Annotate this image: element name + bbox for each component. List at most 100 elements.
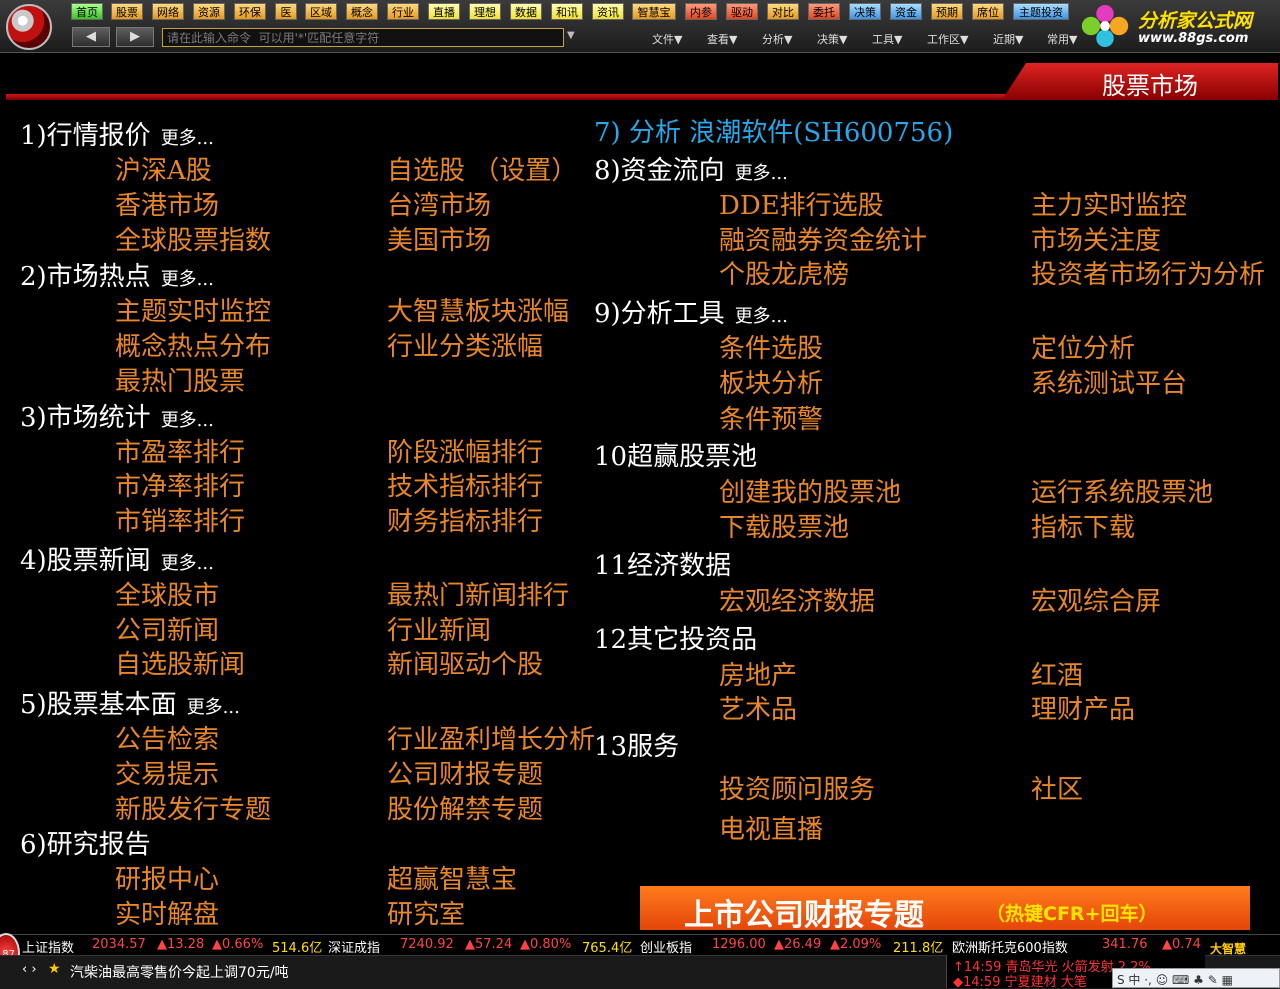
nav-industry-button[interactable]: 行业 xyxy=(387,3,419,20)
link-trade-tips[interactable]: 交易提示 xyxy=(115,754,219,791)
nav-region-button[interactable]: 区域 xyxy=(305,3,337,20)
link-macro-data[interactable]: 宏观经济数据 xyxy=(719,581,875,618)
more-link[interactable]: 更多... xyxy=(161,410,214,431)
more-link[interactable]: 更多... xyxy=(161,128,214,149)
link-live-commentary[interactable]: 实时解盘 xyxy=(115,894,219,931)
menu-file[interactable]: 文件▼ xyxy=(652,31,682,47)
link-industry-gain[interactable]: 行业分类涨幅 xyxy=(387,326,543,363)
nav-ideal-button[interactable]: 理想 xyxy=(469,3,501,20)
menu-decision[interactable]: 决策▼ xyxy=(817,31,847,47)
app-logo-icon[interactable] xyxy=(6,4,52,50)
link-company-news[interactable]: 公司新闻 xyxy=(115,610,219,647)
link-wealth-products[interactable]: 理财产品 xyxy=(1031,689,1135,726)
ticker-name[interactable]: 上证指数 xyxy=(22,937,74,956)
link-community[interactable]: 社区 xyxy=(1031,769,1083,806)
link-research-room[interactable]: 研究室 xyxy=(387,894,465,931)
link-condition-pick[interactable]: 条件选股 xyxy=(719,328,823,365)
alert-item[interactable]: ◆14:59 宁夏建材 大笔 xyxy=(953,971,1087,988)
menu-tools[interactable]: 工具▼ xyxy=(872,31,902,47)
link-pb-rank[interactable]: 市净率排行 xyxy=(115,466,245,503)
link-financial-rank[interactable]: 财务指标排行 xyxy=(387,501,543,538)
command-dropdown-icon[interactable]: ▼ xyxy=(567,30,575,41)
link-global-index[interactable]: 全球股票指数 xyxy=(115,220,271,257)
nav-medical-button[interactable]: 医 xyxy=(275,3,297,20)
link-sh-sz-a[interactable]: 沪深A股 xyxy=(115,150,212,187)
link-smart-treasure[interactable]: 超赢智慧宝 xyxy=(387,859,517,896)
link-announcements[interactable]: 公告检索 xyxy=(115,719,219,756)
link-us-market[interactable]: 美国市场 xyxy=(387,220,491,257)
link-financial-reports[interactable]: 公司财报专题 xyxy=(387,754,543,791)
nav-stocks-button[interactable]: 股票 xyxy=(111,3,143,20)
news-headline[interactable]: 汽柴油最高零售价今起上调70元/吨 xyxy=(70,962,289,982)
link-hot-news-rank[interactable]: 最热门新闻排行 xyxy=(387,575,569,612)
link-pe-rank[interactable]: 市盈率排行 xyxy=(115,432,245,469)
link-advisory[interactable]: 投资顾问服务 xyxy=(719,769,875,806)
link-condition-alert[interactable]: 条件预警 xyxy=(719,399,823,436)
link-watchlist[interactable]: 自选股 （设置） xyxy=(387,150,577,187)
nav-environment-button[interactable]: 环保 xyxy=(234,3,266,20)
link-run-pool[interactable]: 运行系统股票池 xyxy=(1031,472,1213,509)
link-theme-monitor[interactable]: 主题实时监控 xyxy=(115,291,271,328)
menu-analysis[interactable]: 分析▼ xyxy=(762,31,792,47)
link-global-markets[interactable]: 全球股市 xyxy=(115,575,219,612)
back-arrow-icon[interactable]: ◀ xyxy=(72,27,110,47)
nav-theme-invest-button[interactable]: 主题投资 xyxy=(1013,3,1069,20)
link-main-force-monitor[interactable]: 主力实时监控 xyxy=(1031,185,1187,222)
link-ps-rank[interactable]: 市销率排行 xyxy=(115,501,245,538)
link-dde-rank[interactable]: DDE排行选股 xyxy=(719,185,884,222)
ticker-name[interactable]: 创业板指 xyxy=(640,937,692,956)
more-link[interactable]: 更多... xyxy=(161,269,214,290)
command-input[interactable] xyxy=(162,28,564,47)
link-macro-screen[interactable]: 宏观综合屏 xyxy=(1031,581,1161,618)
nav-funds-button[interactable]: 资金 xyxy=(890,3,922,20)
link-position-analysis[interactable]: 定位分析 xyxy=(1031,328,1135,365)
link-tw-market[interactable]: 台湾市场 xyxy=(387,185,491,222)
nav-decision-button[interactable]: 决策 xyxy=(849,3,881,20)
link-research-center[interactable]: 研报中心 xyxy=(115,859,219,896)
link-download-pool[interactable]: 下载股票池 xyxy=(719,507,849,544)
nav-home-button[interactable]: 首页 xyxy=(71,3,103,20)
link-download-indicators[interactable]: 指标下载 xyxy=(1031,507,1135,544)
link-sector-analysis[interactable]: 板块分析 xyxy=(719,363,823,400)
link-sector-gain[interactable]: 大智慧板块涨幅 xyxy=(387,291,569,328)
link-dragon-tiger[interactable]: 个股龙虎榜 xyxy=(719,254,849,291)
more-link[interactable]: 更多... xyxy=(161,553,214,574)
nav-concept-button[interactable]: 概念 xyxy=(346,3,378,20)
link-investor-behavior[interactable]: 投资者市场行为分析 xyxy=(1031,254,1265,291)
nav-hexun-button[interactable]: 和讯 xyxy=(551,3,583,20)
nav-entrust-button[interactable]: 委托 xyxy=(808,3,840,20)
link-news-driven[interactable]: 新闻驱动个股 xyxy=(387,644,543,681)
more-link[interactable]: 更多... xyxy=(735,306,788,327)
link-concept-heat[interactable]: 概念热点分布 xyxy=(115,326,271,363)
news-nav-icon[interactable]: ‹ › xyxy=(22,962,37,977)
menu-workspace[interactable]: 工作区▼ xyxy=(927,31,968,47)
analysis-stock-link[interactable]: 7) 分析 浪潮软件(SH600756) xyxy=(594,112,953,149)
more-link[interactable]: 更多... xyxy=(187,697,240,718)
menu-view[interactable]: 查看▼ xyxy=(707,31,737,47)
link-watchlist-news[interactable]: 自选股新闻 xyxy=(115,644,245,681)
ime-toolbar[interactable]: S 中 ·, ☺ ⌨ ♣ ✎ ▦ xyxy=(1112,968,1280,988)
link-indicator-rank[interactable]: 技术指标排行 xyxy=(387,466,543,503)
nav-news-button[interactable]: 资讯 xyxy=(592,3,624,20)
link-industry-news[interactable]: 行业新闻 xyxy=(387,610,491,647)
link-create-pool[interactable]: 创建我的股票池 xyxy=(719,472,901,509)
link-wine[interactable]: 红酒 xyxy=(1031,655,1083,692)
nav-insider-button[interactable]: 内参 xyxy=(685,3,717,20)
forward-arrow-icon[interactable]: ▶ xyxy=(116,27,154,47)
ticker-name[interactable]: 深证成指 xyxy=(328,937,380,956)
menu-recent[interactable]: 近期▼ xyxy=(993,31,1023,47)
link-real-estate[interactable]: 房地产 xyxy=(719,655,797,692)
link-tv-live[interactable]: 电视直播 xyxy=(719,809,823,846)
nav-live-button[interactable]: 直播 xyxy=(428,3,460,20)
link-unlock[interactable]: 股份解禁专题 xyxy=(387,789,543,826)
ticker-name[interactable]: 欧洲斯托克600指数 xyxy=(952,937,1068,956)
link-hk-market[interactable]: 香港市场 xyxy=(115,185,219,222)
link-ipo[interactable]: 新股发行专题 xyxy=(115,789,271,826)
link-art[interactable]: 艺术品 xyxy=(719,689,797,726)
menu-common[interactable]: 常用▼ xyxy=(1047,31,1077,47)
nav-zhihuibao-button[interactable]: 智慧宝 xyxy=(632,3,676,20)
link-system-test[interactable]: 系统测试平台 xyxy=(1031,363,1187,400)
nav-network-button[interactable]: 网络 xyxy=(152,3,184,20)
nav-resources-button[interactable]: 资源 xyxy=(193,3,225,20)
link-profit-growth[interactable]: 行业盈利增长分析 xyxy=(387,719,595,756)
